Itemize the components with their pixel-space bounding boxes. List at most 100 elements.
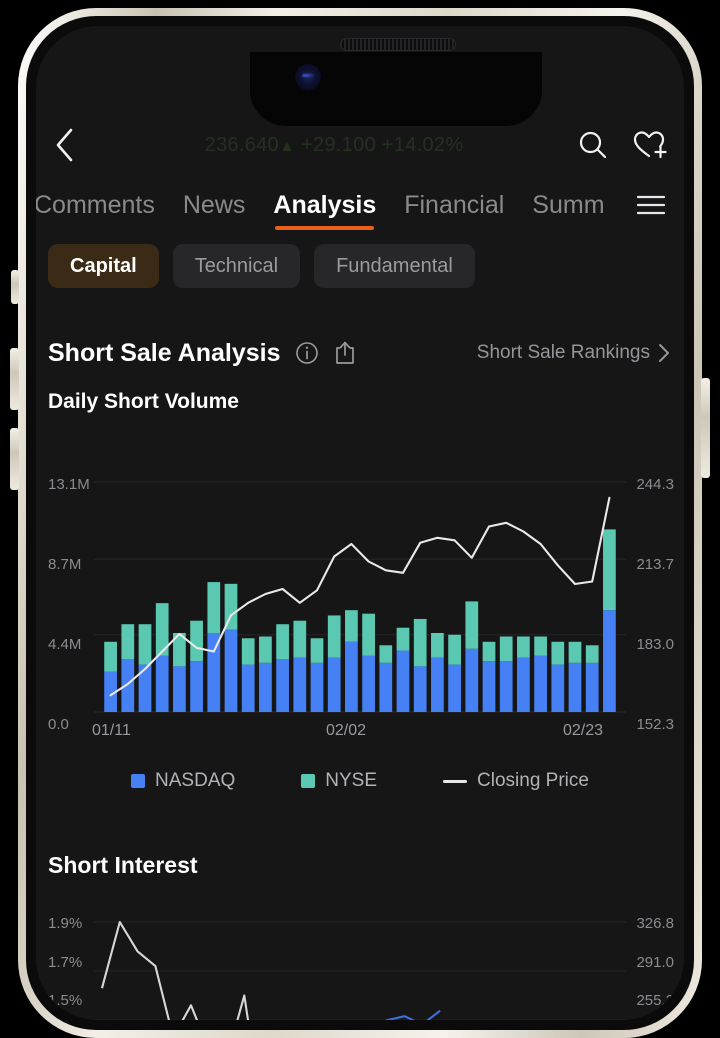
y-axis-tick-right-3: 244.3 (636, 476, 674, 493)
phone-notch (250, 52, 542, 126)
quote-change: +29.100 (300, 133, 376, 156)
short-interest-chart[interactable]: 1.9% 1.7% 1.5% 1.3% 326.8 291.0 255.2 21… (36, 894, 684, 1020)
tab-financial[interactable]: Financial (404, 191, 504, 232)
bar-nyse (465, 601, 479, 649)
si-y-tick-right-2: 291.0 (636, 954, 674, 971)
bar-nyse (448, 634, 461, 665)
topbar-actions (576, 128, 668, 162)
phone-screen: 236.640▲ +29.100 +14.02% Comments News A… (36, 26, 684, 1020)
bar-nyse (121, 624, 135, 660)
chevron-left-icon (56, 128, 73, 162)
bar-nasdaq (173, 666, 186, 712)
tab-comments[interactable]: Comments (36, 191, 155, 232)
legend-item-nasdaq[interactable]: NASDAQ (131, 770, 235, 792)
short-interest-price-line (385, 1009, 441, 1020)
mute-switch-button[interactable] (11, 270, 19, 304)
speaker-grille (340, 38, 456, 51)
legend-item-nyse[interactable]: NYSE (301, 770, 377, 792)
ticker-quote: 236.640▲ +29.100 +14.02% (92, 134, 576, 157)
legend-label-closing-price: Closing Price (477, 770, 589, 791)
search-button[interactable] (576, 128, 610, 162)
bar-nyse (259, 636, 272, 663)
short-interest-chart-canvas (94, 920, 626, 1020)
bar-nasdaq (499, 661, 513, 712)
bar-nasdaq (224, 629, 238, 712)
bar-nasdaq (362, 655, 375, 712)
y-axis-tick-left-0: 0.0 (48, 716, 69, 733)
bar-nasdaq (379, 662, 393, 712)
chip-capital[interactable]: Capital (48, 244, 159, 288)
si-y-tick-right-3: 326.8 (636, 915, 674, 932)
chip-fundamental[interactable]: Fundamental (314, 244, 475, 288)
back-button[interactable] (52, 123, 92, 167)
si-y-tick-left-2: 1.7% (48, 954, 83, 971)
si-y-tick-left-3: 1.9% (48, 915, 83, 932)
quote-change-percent: +14.02% (381, 133, 464, 156)
bar-nyse (517, 636, 530, 658)
legend-item-closing-price[interactable]: Closing Price (443, 770, 589, 792)
si-y-tick-right-1: 255.2 (636, 992, 674, 1009)
front-camera-icon (295, 64, 321, 90)
bar-nyse (207, 582, 221, 633)
y-axis-tick-right-0: 152.3 (636, 716, 674, 733)
bar-nyse (293, 620, 307, 658)
power-button[interactable] (701, 378, 710, 478)
bar-nasdaq (568, 662, 582, 712)
bar-nasdaq (293, 657, 307, 712)
bar-nasdaq (259, 662, 272, 712)
tab-scroller[interactable]: Comments News Analysis Financial Summ (36, 178, 624, 232)
bar-nasdaq (207, 632, 221, 712)
volume-up-button[interactable] (10, 348, 19, 410)
bar-nyse (396, 627, 410, 651)
share-button[interactable] (333, 340, 357, 366)
tab-analysis[interactable]: Analysis (273, 191, 376, 232)
legend-label-nyse: NYSE (325, 770, 378, 791)
daily-short-volume-chart[interactable]: 13.1M 8.7M 4.4M 0.0 244.3 213.7 183.0 15… (36, 456, 684, 746)
x-axis-tick-2: 02/23 (563, 722, 604, 739)
legend-line-closing-price (443, 779, 468, 783)
hamburger-menu-icon (636, 195, 666, 215)
bar-nyse (310, 638, 324, 663)
bar-nasdaq (155, 655, 169, 712)
y-axis-tick-left-2: 8.7M (48, 556, 82, 573)
volume-down-button[interactable] (10, 428, 19, 490)
bar-nyse (585, 645, 599, 663)
bar-nasdaq (276, 659, 289, 712)
bar-nasdaq (431, 657, 444, 712)
bar-nyse (190, 620, 203, 662)
chip-technical[interactable]: Technical (172, 244, 301, 288)
tab-summary[interactable]: Summ (532, 191, 604, 232)
bar-nasdaq (534, 655, 547, 712)
share-icon (335, 341, 354, 364)
menu-button[interactable] (624, 178, 678, 232)
bar-nasdaq (413, 666, 427, 712)
bar-nyse (499, 636, 513, 662)
app-content: 236.640▲ +29.100 +14.02% Comments News A… (36, 26, 684, 1020)
quote-price: 236.640 (204, 133, 279, 156)
short-sale-rankings-link[interactable]: Short Sale Rankings (477, 341, 672, 365)
bar-nasdaq (603, 610, 616, 712)
y-axis-tick-left-1: 4.4M (48, 636, 82, 653)
filter-chip-group: Capital Technical Fundamental (36, 244, 684, 288)
quote-arrow-icon: ▲ (278, 137, 296, 155)
info-circle-icon (295, 342, 318, 364)
tab-news[interactable]: News (183, 191, 246, 232)
bar-nasdaq (585, 662, 599, 712)
bar-nyse (551, 641, 565, 665)
info-button[interactable] (295, 341, 319, 365)
bar-nasdaq (241, 664, 255, 712)
bar-nyse (327, 615, 341, 658)
page-title: Short Sale Analysis (48, 338, 281, 367)
bar-nyse (379, 645, 393, 663)
bar-nasdaq (310, 662, 324, 712)
add-watchlist-button[interactable] (632, 128, 668, 162)
x-axis-tick-0: 01/11 (92, 722, 131, 739)
bar-nasdaq (517, 657, 530, 712)
search-icon (579, 131, 607, 159)
y-axis-tick-right-1: 183.0 (636, 636, 674, 653)
bar-nasdaq (327, 657, 341, 712)
bar-nyse (241, 638, 255, 665)
bar-nasdaq (482, 661, 496, 712)
legend-label-nasdaq: NASDAQ (155, 770, 236, 791)
bar-nasdaq (190, 661, 203, 712)
